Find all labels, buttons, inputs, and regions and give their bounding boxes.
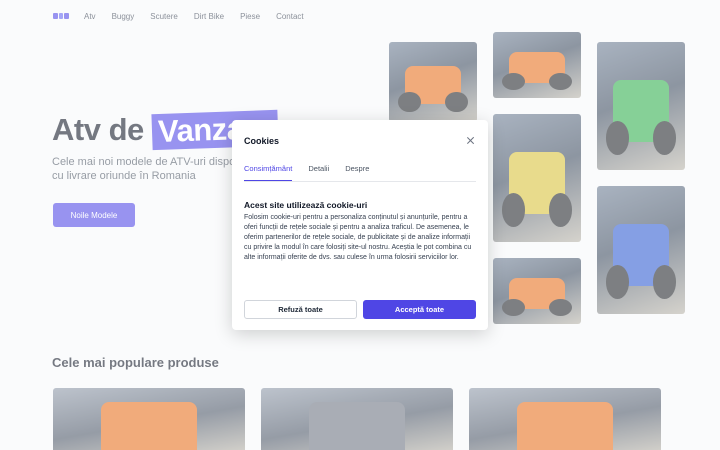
consent-heading: Acest site utilizează cookie-uri: [244, 200, 368, 210]
dialog-tabs: Consimțământ Detalii Despre: [244, 164, 476, 182]
accept-all-button[interactable]: Acceptă toate: [363, 300, 476, 319]
tab-details[interactable]: Detalii: [308, 164, 329, 181]
tab-consent[interactable]: Consimțământ: [244, 164, 293, 181]
dialog-title: Cookies: [244, 136, 280, 146]
reject-all-button[interactable]: Refuză toate: [244, 300, 357, 319]
dialog-header: Cookies: [244, 134, 476, 148]
close-icon[interactable]: [466, 136, 476, 146]
consent-description: Folosim cookie-uri pentru a personaliza …: [244, 214, 472, 261]
cookie-consent-dialog: Cookies Consimțământ Detalii Despre Aces…: [232, 120, 488, 330]
tab-about[interactable]: Despre: [345, 164, 369, 181]
